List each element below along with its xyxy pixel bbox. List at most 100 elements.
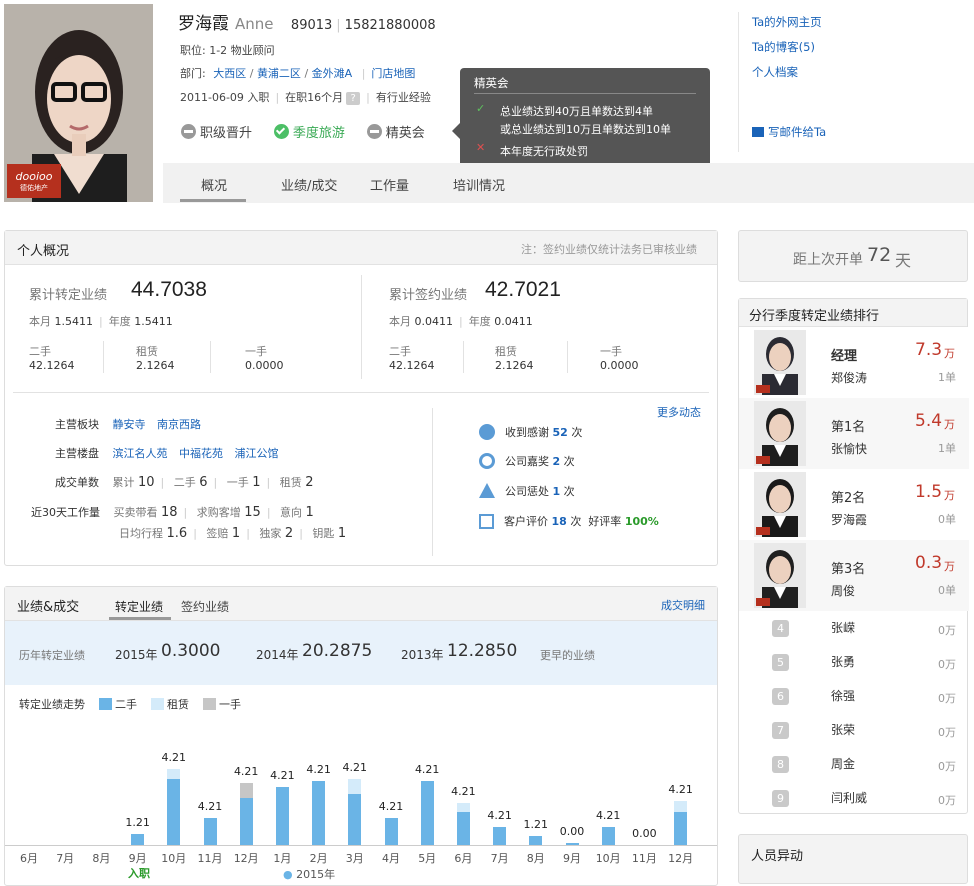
estate-link[interactable]: 浦江公馆 <box>235 447 279 460</box>
homepage-link[interactable]: Ta的外网主页 <box>752 15 822 29</box>
chart-value-label: 4.21 <box>487 808 512 822</box>
rank-number: 4 <box>772 620 789 637</box>
ranking-item[interactable]: 5 张勇 0万 <box>739 646 969 680</box>
chart-bar-二手 <box>384 817 398 845</box>
avatar <box>754 401 806 466</box>
chart-month-label: 12月 <box>233 852 259 865</box>
help-icon[interactable]: ? <box>346 92 361 105</box>
overview-note: 注：签约业绩仅统计法务已审核业绩 <box>521 243 697 256</box>
chart-month-label: 8月 <box>92 852 111 865</box>
mail-link[interactable]: 写邮件给Ta <box>768 125 826 139</box>
archive-link[interactable]: 个人档案 <box>752 65 798 79</box>
chart-value-label: 4.21 <box>161 750 187 764</box>
thumb-icon <box>479 424 495 440</box>
chart-bar-租赁 <box>674 801 688 813</box>
dept-link-3[interactable]: 金外滩A <box>312 67 353 80</box>
ranking-panel: 分行季度转定业绩排行 经理 郑俊涛 7.3 万 1单 第1名 张愉快 5.4 万 1单 第2名 罗海霞… <box>738 298 969 816</box>
chart-bar-租赁 <box>348 779 362 795</box>
rank-number: 6 <box>772 688 789 705</box>
ranking-top-item[interactable]: 第2名 罗海霞 1.5 万 0单 <box>739 469 969 540</box>
more-activity-link[interactable]: 更多动态 <box>657 404 701 420</box>
ranking-item[interactable]: 6 徐强 0万 <box>739 680 969 714</box>
chart-bar-二手 <box>456 812 470 845</box>
chart-bar-二手 <box>529 835 543 845</box>
rank-name: 张勇 <box>831 655 856 669</box>
rank-number: 8 <box>772 756 789 773</box>
tab-training[interactable]: 培训情况 <box>453 175 505 194</box>
store-map-link[interactable]: 门店地图 <box>371 67 415 80</box>
chart-month-label: 11月 <box>631 852 657 865</box>
chart-month-label: 12月 <box>668 852 694 865</box>
event-penalty[interactable]: 公司惩处 1 次 <box>479 483 575 499</box>
chart-bar-二手 <box>493 826 507 845</box>
tab-fixed-perf[interactable]: 转定业绩 <box>115 598 163 615</box>
minus-icon <box>181 124 196 139</box>
estate-link[interactable]: 滨江名人苑 <box>113 447 168 460</box>
chart-value-label: 1.21 <box>125 816 150 830</box>
dept-link-1[interactable]: 大西区 <box>213 67 246 80</box>
yearly-perf: 历年转定业绩 2015年 0.3000 2014年 20.2875 2013年 12.… <box>5 621 717 685</box>
profile-links: Ta的外网主页 Ta的博客(5) 个人档案 <box>752 14 822 89</box>
tooltip-title: 精英会 <box>474 76 509 90</box>
ranking-item[interactable]: 9 闫利威 0万 <box>739 782 969 816</box>
dept-link-2[interactable]: 黄浦二区 <box>257 67 301 80</box>
tab-performance[interactable]: 业绩/成交 <box>281 175 337 194</box>
ranking-item[interactable]: 4 张嵘 0万 <box>739 612 969 646</box>
main-blocks: 主营板块 静安寺 南京西路 <box>55 418 201 431</box>
ranking-item[interactable]: 7 张荣 0万 <box>739 714 969 748</box>
rank-amount: 0万 <box>938 760 956 773</box>
chart-month-label: 3月 <box>345 852 364 865</box>
chart-bar-租赁 <box>167 768 181 780</box>
chart-value-label: 4.21 <box>233 765 259 779</box>
company-logo: dooioo 德佑地产 <box>7 164 61 198</box>
check-icon <box>273 124 289 139</box>
tab-signed-perf[interactable]: 签约业绩 <box>181 598 229 615</box>
check-icon: ✓ <box>476 102 486 115</box>
block-link[interactable]: 静安寺 <box>113 418 146 431</box>
tenure-line: 2011-06-09 入职 | 在职16个月? | 有行业经验 <box>180 91 431 105</box>
estate-link[interactable]: 中福花苑 <box>179 447 223 460</box>
chart-bar-一手 <box>239 783 253 798</box>
chart-value-label: 4.21 <box>668 783 693 797</box>
badge-promotion[interactable]: 职级晋升 <box>181 122 252 141</box>
badge-elite[interactable]: 精英会 <box>366 122 425 141</box>
event-thanks[interactable]: 收到感谢 52 次 <box>479 424 582 440</box>
avatar <box>754 330 806 395</box>
cross-icon: ✕ <box>476 141 486 154</box>
tab-overview[interactable]: 概况 <box>201 175 227 194</box>
ranking-item[interactable]: 8 周金 0万 <box>739 748 969 782</box>
event-award[interactable]: 公司嘉奖 2 次 <box>479 453 575 469</box>
ranking-top-item[interactable]: 第3名 周俊 0.3 万 0单 <box>739 540 969 611</box>
medal-icon <box>479 453 495 469</box>
ranking-top-item[interactable]: 经理 郑俊涛 7.3 万 1单 <box>739 327 969 398</box>
profile-en-name: Anne <box>235 15 274 33</box>
avatar <box>754 543 806 608</box>
chart-bar-二手 <box>131 834 145 845</box>
overview-panel: 个人概况 注：签约业绩仅统计法务已审核业绩 累计转定业绩 44.7038 本月 … <box>4 230 718 566</box>
chart-value-label: 4.21 <box>414 763 440 777</box>
tab-workload[interactable]: 工作量 <box>370 175 409 194</box>
chart-value-label: 4.21 <box>451 785 476 799</box>
chart-month-label: 5月 <box>418 852 437 865</box>
mail-link-wrap[interactable]: 写邮件给Ta <box>752 124 826 140</box>
deal-detail-link[interactable]: 成交明细 <box>661 597 705 613</box>
edit-icon <box>479 514 494 529</box>
profile-photo: dooioo 德佑地产 <box>4 4 153 202</box>
badge-travel[interactable]: 季度旅游 <box>273 122 345 141</box>
chart-month-label: 4月 <box>382 852 400 865</box>
chart-month-label: 10月 <box>595 852 621 865</box>
chart-bar-租赁 <box>456 803 470 813</box>
blog-link[interactable]: Ta的博客(5) <box>752 40 815 54</box>
chart-value-label: 4.21 <box>270 768 295 782</box>
block-link[interactable]: 南京西路 <box>157 418 201 431</box>
rank-name: 张荣 <box>831 723 856 737</box>
chart-value-label: 4.21 <box>342 761 368 775</box>
chart-bar-二手 <box>167 779 181 845</box>
profile-name-line: 罗海霞 Anne 89013 | 15821880008 <box>178 14 436 34</box>
event-review[interactable]: 客户评价 18 次 好评率 100% <box>479 513 659 529</box>
ranking-top-item[interactable]: 第1名 张愉快 5.4 万 1单 <box>739 398 969 469</box>
chart-month-label: 1月 <box>273 852 292 865</box>
chart-value-label: 4.21 <box>595 808 621 822</box>
chart-value-label: 4.21 <box>197 799 223 813</box>
rank-amount: 0万 <box>938 692 956 705</box>
